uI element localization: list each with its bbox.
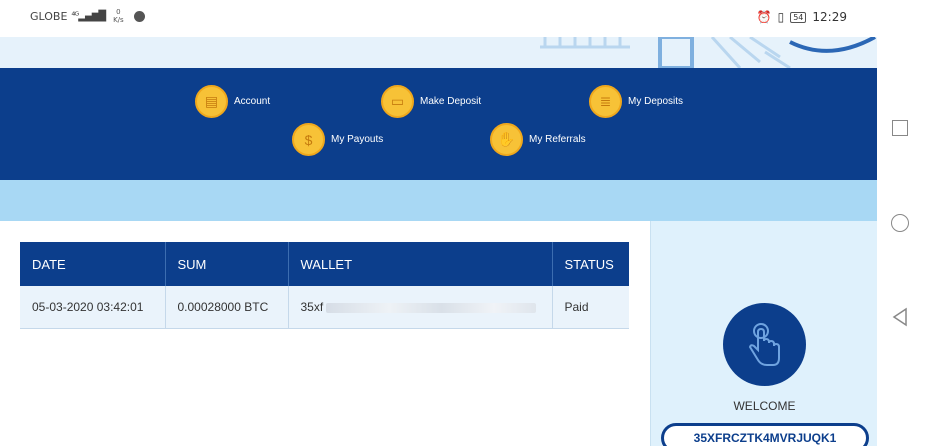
messenger-icon — [133, 10, 145, 22]
circuit-decoration — [540, 37, 876, 68]
welcome-panel: WELCOME 35XFRCZTK4MVRJUQK1 — [650, 221, 877, 446]
wallet-address-visible: 35xf — [300, 299, 324, 314]
wallet-address-redacted — [326, 302, 537, 313]
table-header-row: DATE SUM WALLET STATUS — [20, 242, 629, 286]
carrier-name: GLOBE — [30, 9, 68, 23]
status-bar-right: ⏰ ▯ 54 12:29 — [757, 10, 847, 24]
net-speed-value: 0 — [116, 8, 121, 16]
back-button[interactable] — [891, 307, 909, 327]
nav-label-my-referrals: My Referrals — [529, 134, 586, 145]
recents-button[interactable] — [892, 120, 908, 136]
nav-item-make-deposit[interactable]: ▭ Make Deposit — [381, 85, 481, 118]
net-speed-unit: K/s — [113, 16, 124, 24]
home-button[interactable] — [891, 214, 909, 232]
column-header-wallet: WALLET — [288, 242, 553, 286]
status-bar-left: GLOBE ⁴ᴳ▂▄▆█ 0 K/s — [30, 8, 145, 24]
cell-sum: 0.00028000 BTC — [165, 286, 289, 329]
section-divider-band — [0, 180, 877, 221]
welcome-title: WELCOME — [733, 399, 796, 413]
vibrate-icon: ▯ — [777, 10, 785, 24]
alarm-icon: ⏰ — [756, 10, 772, 24]
nav-label-account: Account — [234, 96, 271, 107]
cell-wallet: 35xf — [288, 286, 553, 329]
nav-item-my-deposits[interactable]: ≣ My Deposits — [589, 85, 683, 118]
net-speed: 0 K/s — [113, 8, 124, 24]
nav-label-make-deposit: Make Deposit — [420, 96, 482, 107]
battery-level: 54 — [793, 12, 804, 22]
table-row: 05-03-2020 03:42:01 0.00028000 BTC 35xf … — [20, 286, 629, 329]
payouts-table: DATE SUM WALLET STATUS 05-03-2020 03:42:… — [20, 242, 629, 329]
cell-status: Paid — [552, 286, 629, 329]
column-header-date: DATE — [20, 242, 166, 286]
back-triangle-icon — [892, 307, 907, 327]
nav-label-my-deposits: My Deposits — [628, 96, 684, 107]
money-bag-icon: $ — [292, 123, 325, 156]
nav-item-account[interactable]: ▤ Account — [195, 85, 270, 118]
battery-icon: 54 — [790, 11, 807, 23]
tap-hand-icon — [723, 303, 806, 386]
column-header-sum: SUM — [165, 242, 289, 286]
main-nav: ▤ Account ▭ Make Deposit ≣ My Deposits $… — [0, 68, 877, 180]
header-decoration — [0, 37, 877, 68]
wallet-icon: ▤ — [195, 85, 228, 118]
wallet-address-badge: 35XFRCZTK4MVRJUQK1 — [661, 423, 869, 446]
deposit-icon: ▭ — [381, 85, 414, 118]
cell-date: 05-03-2020 03:42:01 — [20, 286, 166, 329]
payouts-table-container: DATE SUM WALLET STATUS 05-03-2020 03:42:… — [20, 242, 629, 329]
nav-item-my-referrals[interactable]: ✋ My Referrals — [490, 123, 586, 156]
nav-label-my-payouts: My Payouts — [331, 134, 384, 145]
handshake-icon: ✋ — [490, 123, 523, 156]
document-icon: ≣ — [589, 85, 622, 118]
status-bar: GLOBE ⁴ᴳ▂▄▆█ 0 K/s ⏰ ▯ 54 12:29 — [0, 0, 877, 37]
clock: 12:29 — [812, 10, 847, 24]
signal-icon: ⁴ᴳ▂▄▆█ — [71, 10, 106, 22]
nav-item-my-payouts[interactable]: $ My Payouts — [292, 123, 383, 156]
column-header-status: STATUS — [552, 242, 629, 286]
pointer-hand-graphic — [748, 322, 780, 366]
